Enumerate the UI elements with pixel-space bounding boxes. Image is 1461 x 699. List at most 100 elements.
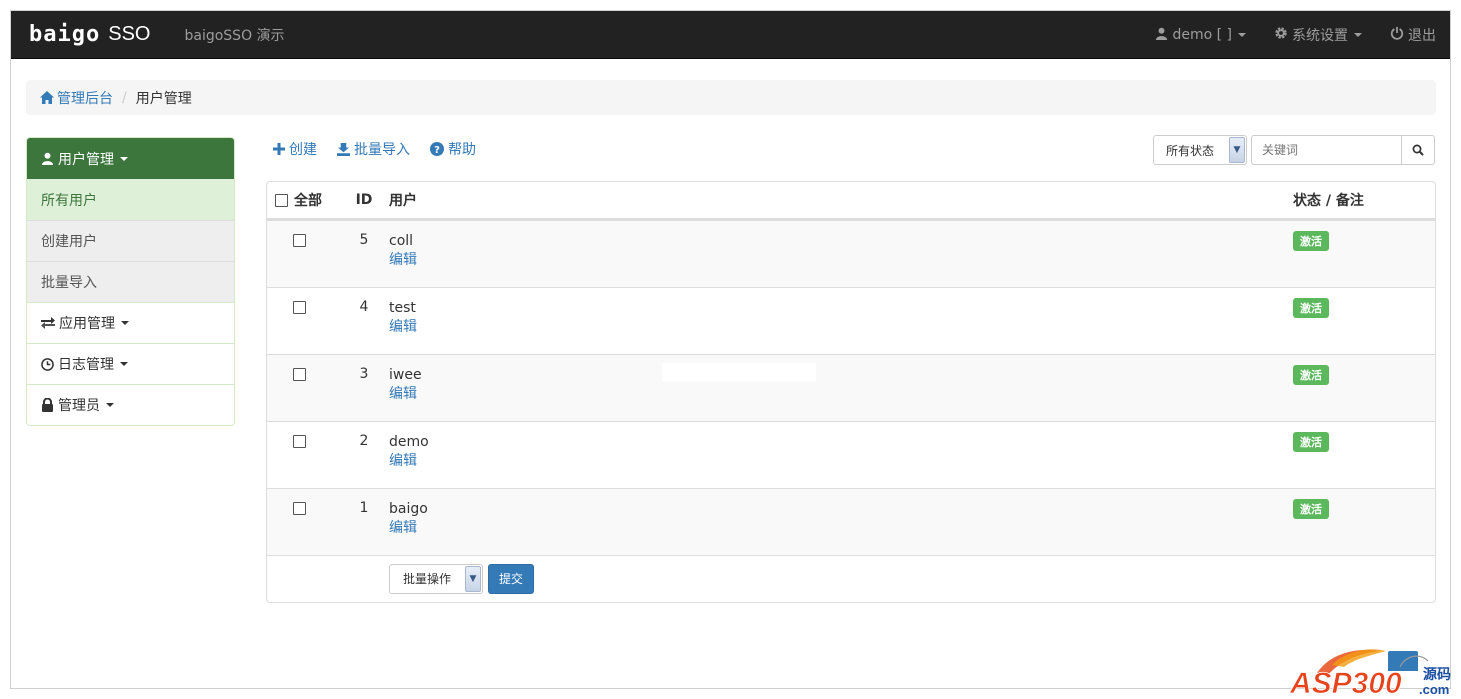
table-row: 4 test 编辑 激活 <box>267 287 1435 354</box>
sidebar-group-apps[interactable]: 应用管理 <box>27 302 234 343</box>
logout-label: 退出 <box>1408 28 1436 44</box>
help-label: 帮助 <box>448 142 476 158</box>
batch-action-value: 批量操作 <box>403 572 452 586</box>
sidebar-group-label: 日志管理 <box>58 357 114 373</box>
status-badge: 激活 <box>1293 231 1329 251</box>
row-edit-link[interactable]: 编辑 <box>389 518 1293 538</box>
sidebar-group-admins[interactable]: 管理员 <box>27 384 234 425</box>
caret-down-icon <box>120 156 128 161</box>
row-user-name: test <box>389 300 416 316</box>
table-row: 2 demo 编辑 激活 <box>267 421 1435 488</box>
keyword-input[interactable] <box>1251 135 1401 165</box>
header-status: 状态 / 备注 <box>1293 193 1364 209</box>
navbar-right: demo [ ] 系统设置 退出 <box>1127 11 1436 59</box>
sidebar-item-create-user[interactable]: 创建用户 <box>27 220 234 261</box>
header-id: ID <box>355 192 373 208</box>
sidebar-group-logs[interactable]: 日志管理 <box>27 343 234 384</box>
sidebar-group-label: 管理员 <box>58 398 100 414</box>
row-checkbox[interactable] <box>293 435 306 448</box>
row-checkbox[interactable] <box>293 301 306 314</box>
search-icon <box>1412 144 1424 156</box>
sidebar-item-batch-import[interactable]: 批量导入 <box>27 261 234 302</box>
plus-icon <box>273 143 285 155</box>
caret-down-icon <box>106 403 114 407</box>
transfer-icon <box>41 317 55 329</box>
row-checkbox[interactable] <box>293 368 306 381</box>
caret-down-icon <box>1238 33 1246 37</box>
blank-overlay <box>662 363 816 382</box>
row-edit-link[interactable]: 编辑 <box>389 451 1293 471</box>
brand-logo-suffix: SSO <box>108 23 151 45</box>
row-checkbox[interactable] <box>293 502 306 515</box>
watermark-logo: ASP300 源码 .com <box>1288 645 1456 699</box>
settings-menu[interactable]: 系统设置 <box>1274 25 1362 45</box>
filter-bar: 所有状态 ▼ <box>1153 135 1435 165</box>
select-all-label: 全部 <box>294 193 322 209</box>
home-icon <box>40 91 54 104</box>
select-all-checkbox[interactable] <box>275 193 288 207</box>
watermark-sub2: .com <box>1419 682 1449 697</box>
caret-down-icon <box>121 321 129 325</box>
row-id: 2 <box>359 433 369 449</box>
breadcrumb-separator: / <box>122 89 127 106</box>
lock-icon <box>41 398 54 412</box>
table-footer: 批量操作 ▼ 提交 <box>267 555 1435 601</box>
row-user-name: baigo <box>389 501 428 517</box>
row-edit-link[interactable]: 编辑 <box>389 384 1293 404</box>
batch-import-label: 批量导入 <box>354 142 410 158</box>
sidebar-item-label: 所有用户 <box>41 192 97 209</box>
question-circle-icon: ? <box>430 142 444 156</box>
watermark-sub1: 源码 <box>1423 666 1451 683</box>
svg-text:?: ? <box>434 145 440 156</box>
table-row: 1 baigo 编辑 激活 <box>267 488 1435 555</box>
caret-down-icon <box>120 362 128 366</box>
user-menu[interactable]: demo [ ] <box>1155 27 1246 44</box>
create-label: 创建 <box>289 142 317 158</box>
select-all[interactable]: 全部 <box>267 190 339 210</box>
brand-logo: baigo <box>29 22 101 47</box>
search-button[interactable] <box>1401 135 1435 165</box>
row-id: 4 <box>359 299 369 315</box>
app-window: baigo SSO baigoSSO 演示 demo [ ] 系统设置 退出 管… <box>10 10 1451 689</box>
nav-demo-link[interactable]: baigoSSO 演示 <box>184 25 284 45</box>
row-id: 5 <box>359 232 369 248</box>
users-table: 全部 ID 用户 状态 / 备注 5 coll 编辑 激活 4 test 编辑 … <box>266 181 1436 603</box>
row-user-name: iwee <box>389 367 422 383</box>
row-checkbox[interactable] <box>293 234 306 247</box>
user-icon <box>1155 27 1168 44</box>
batch-import-link[interactable]: 批量导入 <box>337 139 410 159</box>
row-edit-link[interactable]: 编辑 <box>389 250 1293 270</box>
create-link[interactable]: 创建 <box>273 139 317 159</box>
batch-action-select[interactable]: 批量操作 ▼ <box>389 563 483 594</box>
sidebar-header-label: 用户管理 <box>58 151 114 168</box>
status-badge: 激活 <box>1293 298 1329 318</box>
sidebar-item-all-users[interactable]: 所有用户 <box>27 179 234 220</box>
chevron-down-icon: ▼ <box>465 565 481 592</box>
status-select[interactable]: 所有状态 ▼ <box>1153 135 1247 165</box>
breadcrumb: 管理后台 / 用户管理 <box>26 80 1436 115</box>
logout-link[interactable]: 退出 <box>1390 25 1436 45</box>
status-badge: 激活 <box>1293 499 1329 519</box>
status-badge: 激活 <box>1293 432 1329 452</box>
status-badge: 激活 <box>1293 365 1329 385</box>
row-user-name: coll <box>389 233 414 249</box>
sidebar-header-users[interactable]: 用户管理 <box>27 138 234 179</box>
row-edit-link[interactable]: 编辑 <box>389 317 1293 337</box>
table-row: 5 coll 编辑 激活 <box>267 220 1435 287</box>
sidebar-group-label: 应用管理 <box>59 316 115 332</box>
gear-icon <box>1274 26 1288 44</box>
chevron-down-icon: ▼ <box>1229 137 1245 163</box>
user-icon <box>41 152 54 165</box>
navbar: baigo SSO baigoSSO 演示 demo [ ] 系统设置 退出 <box>11 11 1450 59</box>
row-id: 1 <box>359 500 369 516</box>
submit-button[interactable]: 提交 <box>488 563 535 594</box>
header-user: 用户 <box>389 193 417 209</box>
breadcrumb-home[interactable]: 管理后台 <box>40 88 113 108</box>
brand[interactable]: baigo SSO <box>29 22 150 47</box>
clock-icon <box>41 357 54 371</box>
power-icon <box>1390 26 1404 44</box>
help-link[interactable]: ? 帮助 <box>430 139 476 159</box>
table-row: 3 iwee 编辑 激活 <box>267 354 1435 421</box>
breadcrumb-current: 用户管理 <box>135 90 192 107</box>
user-menu-label: demo [ ] <box>1172 27 1232 43</box>
